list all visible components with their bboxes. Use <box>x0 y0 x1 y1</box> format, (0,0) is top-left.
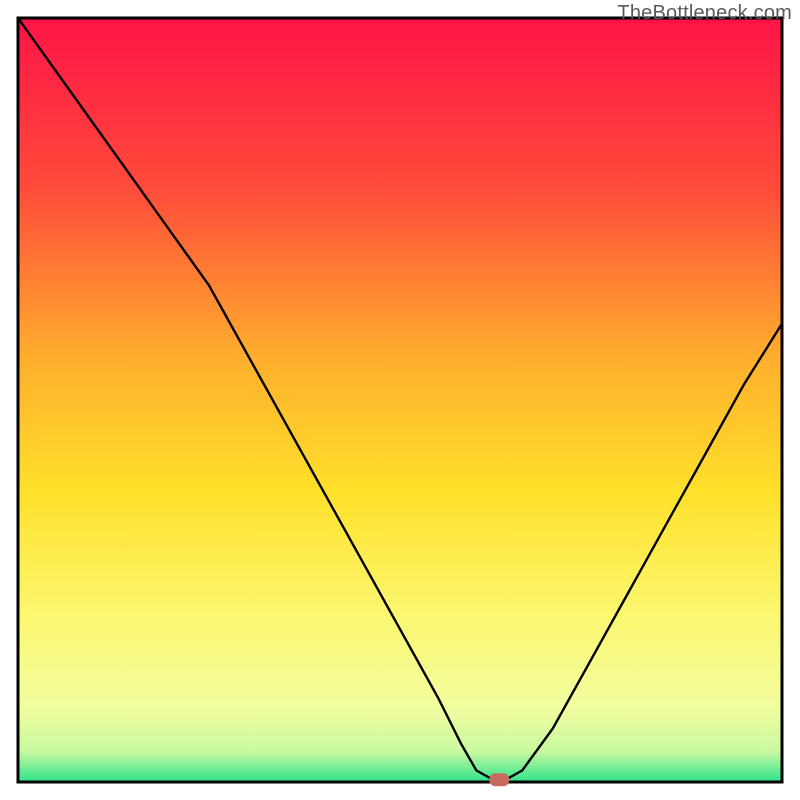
plot-background <box>18 18 782 782</box>
optimal-marker <box>489 773 509 786</box>
bottleneck-chart <box>0 0 800 800</box>
watermark-label: TheBottleneck.com <box>617 2 792 25</box>
chart-frame: TheBottleneck.com <box>0 0 800 800</box>
